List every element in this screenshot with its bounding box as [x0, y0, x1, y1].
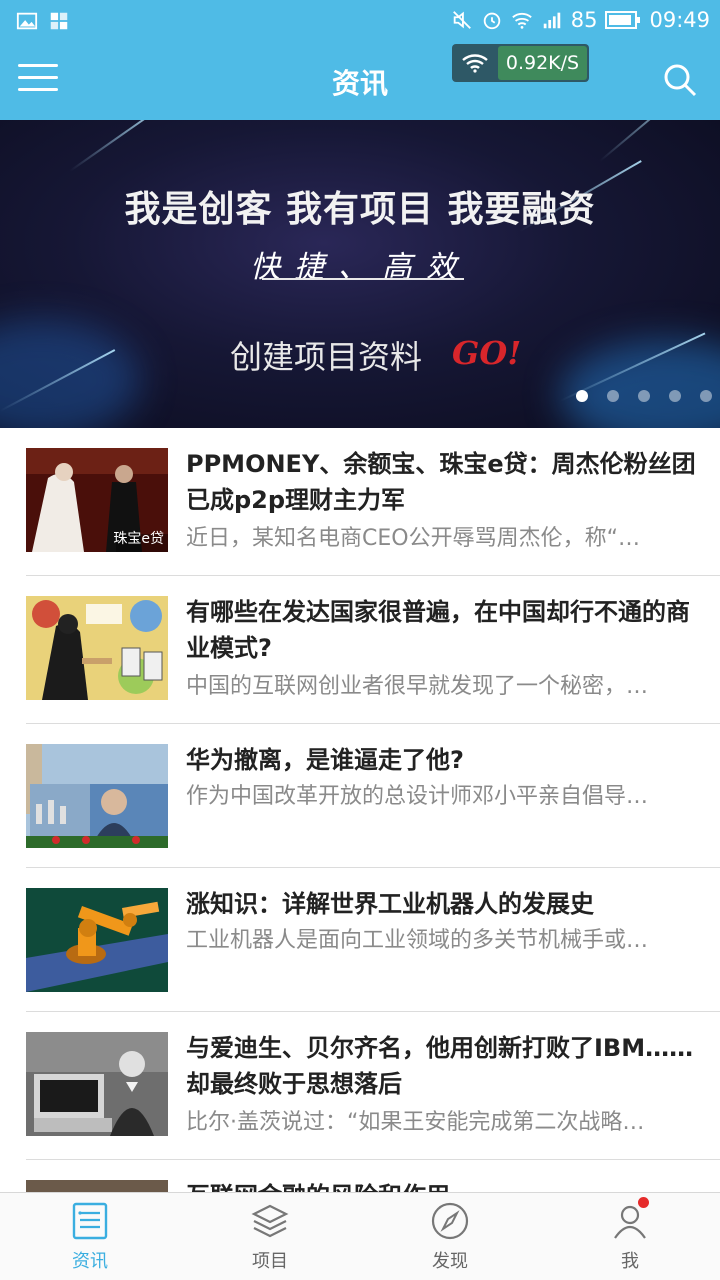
tab-discover[interactable]: 发现 — [360, 1193, 540, 1280]
battery-level: 85 — [570, 8, 598, 32]
news-item[interactable]: 珠宝e贷 PPMONEY、余额宝、珠宝e贷：周杰伦粉丝团 已成p2p理财主力军 … — [26, 428, 720, 576]
carousel-dot[interactable] — [700, 390, 712, 402]
banner-underline — [262, 278, 464, 280]
layers-icon — [251, 1204, 289, 1238]
tab-label: 我 — [621, 1251, 639, 1272]
news-summary: 近日，某知名电商CEO公开辱骂周杰伦，称“… — [186, 526, 640, 551]
news-icon — [72, 1202, 108, 1240]
tab-news[interactable]: 资讯 — [0, 1193, 180, 1280]
news-title: 互联网金融的风险和作用 — [186, 1178, 702, 1192]
clock: 09:49 — [649, 8, 710, 32]
tab-me[interactable]: 我 — [540, 1193, 720, 1280]
mute-icon — [452, 11, 471, 29]
network-speed-value: 0.92K/S — [498, 46, 587, 80]
robot-arm-render-image — [26, 888, 168, 992]
notification-badge — [638, 1197, 649, 1208]
carousel-dot[interactable] — [607, 390, 619, 402]
news-list: 珠宝e贷 PPMONEY、余额宝、珠宝e贷：周杰伦粉丝团 已成p2p理财主力军 … — [0, 428, 720, 1192]
battery-icon — [605, 11, 641, 29]
tab-label: 资讯 — [72, 1251, 108, 1272]
network-speed-overlay: 0.92K/S — [452, 44, 589, 82]
news-thumbnail — [26, 744, 168, 848]
news-title: 与爱迪生、贝尔齐名，他用创新打败了IBM……却最终败于思想落后 — [186, 1034, 694, 1098]
news-thumbnail: 珠宝e贷 — [26, 448, 168, 552]
carousel-dot[interactable] — [638, 390, 650, 402]
social-media-collage-image — [26, 596, 168, 700]
news-thumbnail — [26, 1032, 168, 1136]
news-thumbnail — [26, 888, 168, 992]
banner-headline: 我是创客 我有项目 我要融资 — [124, 188, 596, 230]
news-title: PPMONEY、余额宝、珠宝e贷：周杰伦粉丝团 已成p2p理财主力军 — [186, 450, 696, 514]
alarm-icon — [483, 12, 500, 30]
thumb-caption: 珠宝e贷 — [113, 531, 164, 547]
news-thumbnail — [26, 1180, 168, 1192]
compass-icon — [431, 1202, 469, 1240]
billboard-photo-image — [26, 744, 168, 848]
signal-icon — [543, 12, 560, 29]
apps-notification-icon — [50, 12, 68, 30]
banner-go-badge: GO! — [452, 334, 522, 372]
banner-light-streak — [599, 120, 685, 162]
tab-label: 发现 — [432, 1251, 468, 1272]
tab-label: 项目 — [252, 1251, 288, 1272]
carousel-dots — [576, 390, 712, 402]
carousel-dot[interactable] — [576, 390, 588, 402]
status-bar: 85 09:49 — [0, 0, 720, 42]
app-bar: 资讯 — [0, 42, 720, 120]
news-summary: 中国的互联网创业者很早就发现了一个秘密，… — [186, 674, 649, 699]
news-thumbnail — [26, 596, 168, 700]
page-title: 资讯 — [331, 67, 388, 100]
portrait-photo-image — [26, 1032, 168, 1136]
news-title: 华为撤离，是谁逼走了他? — [186, 746, 464, 774]
news-item[interactable]: 有哪些在发达国家很普遍，在中国却行不通的商业模式? 中国的互联网创业者很早就发现… — [26, 576, 720, 724]
banner-glow — [560, 340, 720, 428]
news-summary: 比尔·盖茨说过：“如果王安能完成第二次战略… — [186, 1110, 645, 1135]
promo-banner[interactable]: 我是创客 我有项目 我要融资 快捷、高效 创建项目资料 GO! — [0, 120, 720, 428]
bottom-tab-bar: 资讯 项目 发现 我 — [0, 1192, 720, 1280]
news-summary: 工业机器人是面向工业领域的多关节机械手或… — [186, 928, 649, 953]
banner-cta: 创建项目资料 — [230, 338, 423, 376]
tab-projects[interactable]: 项目 — [180, 1193, 360, 1280]
wifi-icon — [462, 54, 488, 73]
news-item[interactable]: 华为撤离，是谁逼走了他? 作为中国改革开放的总设计师邓小平亲自倡导… — [26, 724, 720, 868]
news-title: 有哪些在发达国家很普遍，在中国却行不通的商业模式? — [186, 598, 690, 662]
news-title: 涨知识：详解世界工业机器人的发展史 — [186, 890, 594, 918]
news-item[interactable]: 涨知识：详解世界工业机器人的发展史 工业机器人是面向工业领域的多关节机械手或… — [26, 868, 720, 1012]
banner-light-streak — [69, 120, 161, 172]
image-notification-icon — [16, 12, 38, 30]
wifi-icon — [511, 12, 532, 29]
news-item[interactable]: 互联网金融的风险和作用 — [26, 1160, 720, 1192]
news-item[interactable]: 与爱迪生、贝尔齐名，他用创新打败了IBM……却最终败于思想落后 比尔·盖茨说过：… — [26, 1012, 720, 1160]
news-summary: 作为中国改革开放的总设计师邓小平亲自倡导… — [186, 784, 649, 809]
carousel-dot[interactable] — [669, 390, 681, 402]
search-icon[interactable] — [662, 62, 698, 98]
